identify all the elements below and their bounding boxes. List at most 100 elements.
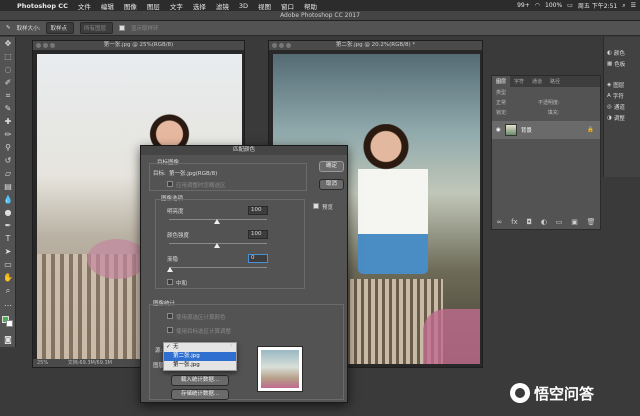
quick-mask-icon[interactable]: ◙	[0, 333, 16, 346]
layer-row-background[interactable]: ◉ 背景 🔒	[492, 121, 600, 139]
marquee-tool-icon[interactable]: ⬚	[0, 50, 16, 63]
load-stats-button[interactable]: 载入统计数据...	[171, 375, 229, 386]
layer-style-icon[interactable]: fx	[511, 218, 518, 226]
menu-list-icon[interactable]: ☰	[631, 2, 636, 9]
tab-channels[interactable]: 通道	[528, 76, 546, 87]
filter-kind[interactable]: 类型	[496, 89, 506, 96]
window-controls[interactable]	[36, 43, 55, 48]
watermark: 悟空问答	[510, 378, 638, 408]
luminance-field[interactable]: 100	[248, 206, 268, 215]
menu-type[interactable]: 文字	[165, 1, 188, 11]
color-wheel-icon: ◐	[607, 49, 612, 56]
trash-icon[interactable]: 🗑	[587, 218, 596, 226]
type-tool-icon[interactable]: T	[0, 232, 16, 245]
eyedropper-icon[interactable]: ✎	[0, 102, 16, 115]
quick-select-tool-icon[interactable]: ✐	[0, 76, 16, 89]
ok-button[interactable]: 确定	[319, 161, 344, 172]
preview-checkbox[interactable]	[313, 203, 319, 209]
document-1-tab[interactable]: 第一张.jpg @ 25%(RGB/8)	[33, 41, 244, 50]
source-dropdown-menu[interactable]: ✓ 无 第二张.jpg 第一张.jpg	[163, 342, 237, 371]
blur-tool-icon[interactable]: 💧	[0, 193, 16, 206]
dock-layers[interactable]: ◈ 图层	[604, 79, 640, 90]
dock-character[interactable]: A 字符	[604, 90, 640, 101]
blend-mode-select[interactable]: 正常	[496, 99, 506, 106]
crop-tool-icon[interactable]: ⌗	[0, 89, 16, 102]
use-target-selection-checkbox[interactable]	[167, 327, 173, 333]
new-layer-icon[interactable]: ▣	[571, 218, 578, 226]
menu-help[interactable]: 帮助	[299, 1, 322, 11]
battery-level[interactable]: 100%	[545, 2, 562, 9]
checkmark-icon: ✓	[166, 344, 171, 350]
path-select-icon[interactable]: ➤	[0, 245, 16, 258]
move-tool-icon[interactable]: ✥	[0, 37, 16, 50]
menu-3d[interactable]: 3D	[234, 2, 253, 10]
tab-layers[interactable]: 图层	[492, 76, 511, 87]
zoom-level[interactable]: 25%	[37, 360, 48, 366]
adjustment-layer-icon[interactable]: ◐	[541, 218, 547, 226]
menu-window[interactable]: 窗口	[276, 1, 299, 11]
dropdown-option-none[interactable]: ✓ 无	[164, 343, 236, 352]
zoom-tool-icon[interactable]: ⌕	[0, 284, 16, 297]
menu-layer[interactable]: 图层	[142, 1, 165, 11]
more-tools-icon[interactable]: …	[0, 297, 16, 310]
fade-slider-track[interactable]	[169, 267, 267, 268]
window-controls-2[interactable]	[272, 43, 291, 48]
luminance-slider-thumb[interactable]	[214, 219, 220, 224]
eyedropper-tool-icon[interactable]: ✎	[6, 25, 11, 31]
tab-character[interactable]: 字符	[510, 76, 528, 87]
rectangle-tool-icon[interactable]: ▭	[0, 258, 16, 271]
neutralize-checkbox[interactable]	[167, 279, 173, 285]
ignore-selection-checkbox[interactable]	[167, 181, 173, 187]
menu-file[interactable]: 文件	[73, 1, 96, 11]
color-intensity-slider-thumb[interactable]	[214, 243, 220, 248]
menu-view[interactable]: 视图	[253, 1, 276, 11]
document-size[interactable]: 文档:69.3M/69.3M	[68, 360, 112, 366]
dropdown-option-none-label: 无	[173, 344, 179, 350]
menu-select[interactable]: 选择	[188, 1, 211, 11]
background-color-swatch[interactable]	[6, 320, 13, 327]
history-brush-icon[interactable]: ↺	[0, 154, 16, 167]
healing-brush-icon[interactable]: ✚	[0, 115, 16, 128]
notification-badge[interactable]: 99+	[517, 2, 530, 9]
lock-icon[interactable]: 🔒	[587, 127, 594, 133]
sample-layers-select[interactable]: 所有图层	[79, 22, 113, 34]
dock-adjustments[interactable]: ◑ 调整	[604, 112, 640, 123]
group-icon[interactable]: ▭	[556, 218, 563, 226]
hand-tool-icon[interactable]: ✋	[0, 271, 16, 284]
layer-mask-icon[interactable]: ◘	[526, 218, 532, 226]
save-stats-button[interactable]: 存储统计数据...	[171, 389, 229, 400]
use-source-selection-checkbox[interactable]	[167, 313, 173, 319]
brush-tool-icon[interactable]: ✏	[0, 128, 16, 141]
eye-icon[interactable]: ◉	[496, 127, 501, 133]
menu-edit[interactable]: 编辑	[96, 1, 119, 11]
dropdown-option-image2[interactable]: 第二张.jpg	[164, 352, 236, 361]
pen-tool-icon[interactable]: ✒	[0, 219, 16, 232]
gradient-tool-icon[interactable]: ▤	[0, 180, 16, 193]
menu-filter[interactable]: 滤镜	[211, 1, 234, 11]
dropdown-arrows-icon[interactable]: ⇕	[229, 343, 233, 349]
lasso-tool-icon[interactable]: ◌	[0, 63, 16, 76]
menu-app-name[interactable]: Photoshop CC	[12, 2, 73, 10]
dropdown-option-image1[interactable]: 第一张.jpg	[164, 361, 236, 370]
menu-image[interactable]: 图像	[119, 1, 142, 11]
right-dock: ◐ 颜色 ▦ 色板 ◈ 图层 A 字符 ◎ 通道 ◑ 调整	[603, 37, 640, 177]
sampling-ring-checkbox[interactable]	[119, 25, 125, 31]
fade-field[interactable]: 0	[248, 254, 268, 263]
eraser-tool-icon[interactable]: ▱	[0, 167, 16, 180]
dodge-tool-icon[interactable]: ●	[0, 206, 16, 219]
dock-swatches[interactable]: ▦ 色板	[604, 58, 640, 69]
clone-stamp-icon[interactable]: ⚲	[0, 141, 16, 154]
dock-color[interactable]: ◐ 颜色	[604, 47, 640, 58]
link-layers-icon[interactable]: ∞	[496, 218, 502, 226]
tab-paths[interactable]: 路径	[546, 76, 564, 87]
color-intensity-field[interactable]: 100	[248, 230, 268, 239]
dock-channels[interactable]: ◎ 通道	[604, 101, 640, 112]
fade-slider-thumb[interactable]	[167, 267, 173, 272]
search-icon[interactable]: ⌕	[622, 2, 625, 10]
clock[interactable]: 周五 下午2:51	[578, 1, 617, 10]
document-2-tab[interactable]: 第二张.jpg @ 20.2%(RGB/8) *	[269, 41, 482, 50]
wifi-icon[interactable]: ◠	[535, 2, 540, 9]
sample-size-select[interactable]: 取样点	[46, 22, 74, 34]
layers-panel: 图层 字符 通道 路径 类型 正常 不透明度: 锁定: 填充: ◉ 背景 🔒 ∞…	[491, 75, 601, 230]
cancel-button[interactable]: 取消	[319, 179, 344, 190]
